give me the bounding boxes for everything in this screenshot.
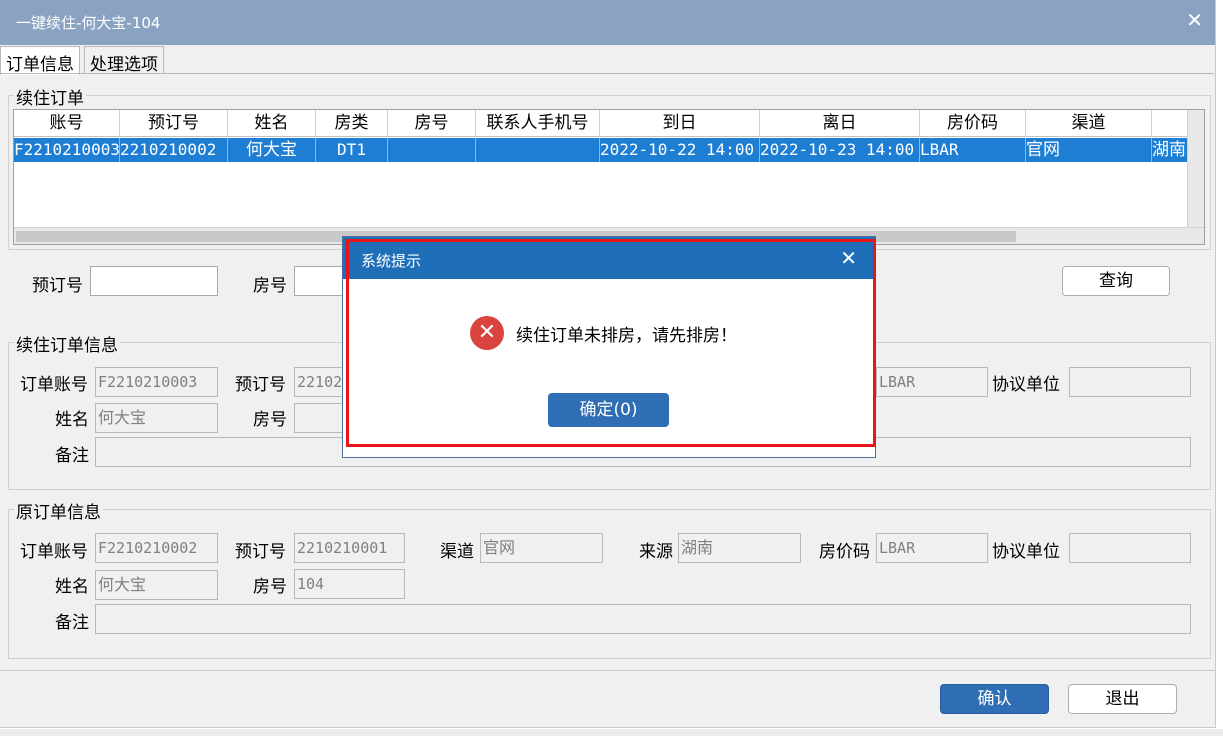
dialog-ok-button[interactable]: 确定(0) xyxy=(548,393,669,427)
renewal-agreement-unit-field[interactable] xyxy=(1069,367,1191,397)
renewal-booking-no-label: 预订号 xyxy=(235,375,286,395)
renewal-rate-code-field[interactable]: LBAR xyxy=(876,367,988,397)
col-header-channel[interactable]: 渠道 xyxy=(1026,110,1152,137)
error-icon: ✕ xyxy=(470,316,504,350)
col-header-departure[interactable]: 离日 xyxy=(760,110,920,137)
orig-channel-label: 渠道 xyxy=(440,542,474,562)
table-row[interactable]: F2210210003 2210210002 何大宝 DT1 2022-10-2… xyxy=(14,138,1189,162)
desktop-background-strip xyxy=(0,729,1223,736)
cell-room-no xyxy=(388,138,476,162)
renewal-info-title: 续住订单信息 xyxy=(14,331,120,356)
renewal-room-no-label: 房号 xyxy=(253,410,287,430)
tab-bar: 订单信息 处理选项 xyxy=(0,46,1215,75)
window-close-icon[interactable]: ✕ xyxy=(1186,8,1203,32)
orig-room-no-label: 房号 xyxy=(253,577,287,597)
original-info-title: 原订单信息 xyxy=(14,498,103,523)
col-header-booking-no[interactable]: 预订号 xyxy=(120,110,228,137)
orig-remark-field[interactable] xyxy=(95,604,1191,634)
renewal-order-account-field[interactable]: F2210210003 xyxy=(95,367,218,397)
orig-rate-code-label: 房价码 xyxy=(819,542,870,562)
renewal-remark-label: 备注 xyxy=(55,446,89,466)
dialog-title: 系统提示 xyxy=(361,252,422,270)
renewal-orders-grid[interactable]: 账号 预订号 姓名 房类 房号 联系人手机号 到日 离日 房价码 渠道 F221… xyxy=(13,109,1205,245)
col-header-arrival[interactable]: 到日 xyxy=(600,110,760,137)
orig-source-label: 来源 xyxy=(639,542,673,562)
tab-order-info[interactable]: 订单信息 xyxy=(0,46,80,75)
cell-rate-code: LBAR xyxy=(920,138,1026,162)
dialog-titlebar: 系统提示 ✕ xyxy=(343,237,875,279)
cell-source: 湖南 xyxy=(1152,140,1186,160)
grid-vertical-scrollbar[interactable] xyxy=(1187,110,1204,227)
renewal-name-field[interactable]: 何大宝 xyxy=(95,403,218,433)
orig-name-label: 姓名 xyxy=(55,577,89,597)
col-header-extra xyxy=(1152,110,1190,137)
search-booking-no-input[interactable] xyxy=(90,266,218,296)
tab-divider xyxy=(0,73,1214,74)
footer-divider xyxy=(0,670,1214,671)
renewal-orders-title: 续住订单 xyxy=(14,84,86,109)
orig-agreement-unit-field[interactable] xyxy=(1069,533,1191,563)
cell-booking-no: 2210210002 xyxy=(120,138,228,162)
exit-button[interactable]: 退出 xyxy=(1068,684,1177,714)
orig-order-account-field[interactable]: F2210210002 xyxy=(95,533,218,563)
cell-channel: 官网 xyxy=(1026,138,1152,162)
grid-header: 账号 预订号 姓名 房类 房号 联系人手机号 到日 离日 房价码 渠道 xyxy=(14,110,1194,137)
orig-remark-label: 备注 xyxy=(55,613,89,633)
renewal-order-account-label: 订单账号 xyxy=(20,375,88,395)
col-header-account[interactable]: 账号 xyxy=(14,110,120,137)
tab-processing-options[interactable]: 处理选项 xyxy=(84,46,164,75)
cell-departure: 2022-10-23 14:00 xyxy=(760,138,920,162)
orig-booking-no-field[interactable]: 2210210001 xyxy=(294,533,405,563)
cell-room-type: DT1 xyxy=(316,138,388,162)
orig-room-no-field[interactable]: 104 xyxy=(294,569,405,599)
col-header-rate-code[interactable]: 房价码 xyxy=(920,110,1026,137)
orig-agreement-unit-label: 协议单位 xyxy=(992,542,1060,562)
orig-booking-no-label: 预订号 xyxy=(235,542,286,562)
col-header-contact-phone[interactable]: 联系人手机号 xyxy=(476,110,600,137)
col-header-room-type[interactable]: 房类 xyxy=(316,110,388,137)
orig-channel-field[interactable]: 官网 xyxy=(480,533,603,563)
orig-rate-code-field[interactable]: LBAR xyxy=(876,533,988,563)
search-booking-no-label: 预订号 xyxy=(32,276,83,296)
dialog-close-icon[interactable]: ✕ xyxy=(840,246,857,270)
renewal-name-label: 姓名 xyxy=(55,410,89,430)
cell-name: 何大宝 xyxy=(228,138,316,162)
search-room-no-label: 房号 xyxy=(253,276,287,296)
orig-order-account-label: 订单账号 xyxy=(20,542,88,562)
cell-contact-phone xyxy=(476,138,600,162)
renewal-agreement-unit-label: 协议单位 xyxy=(992,375,1060,395)
window-title: 一键续住-何大宝-104 xyxy=(16,14,161,32)
confirm-button[interactable]: 确认 xyxy=(940,684,1049,714)
cell-account: F2210210003 xyxy=(14,138,120,162)
window-titlebar: 一键续住-何大宝-104 ✕ xyxy=(0,0,1215,45)
col-header-name[interactable]: 姓名 xyxy=(228,110,316,137)
col-header-room-no[interactable]: 房号 xyxy=(388,110,476,137)
dialog-message: 续住订单未排房，请先排房！ xyxy=(516,326,737,346)
query-button[interactable]: 查询 xyxy=(1062,266,1170,296)
orig-source-field[interactable]: 湖南 xyxy=(678,533,801,563)
orig-name-field[interactable]: 何大宝 xyxy=(95,570,218,600)
cell-arrival: 2022-10-22 14:00 xyxy=(600,138,760,162)
